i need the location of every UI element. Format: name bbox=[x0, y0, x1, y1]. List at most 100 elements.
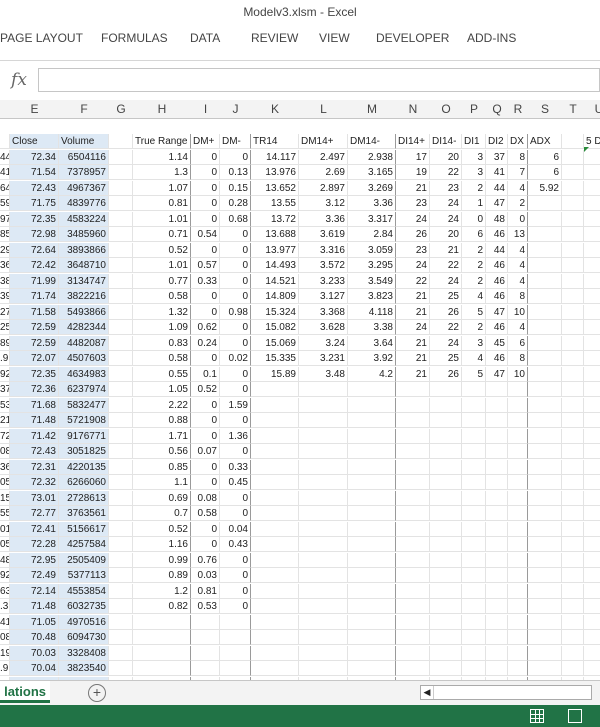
table-cell[interactable] bbox=[584, 460, 600, 475]
table-cell[interactable] bbox=[562, 180, 584, 196]
table-cell[interactable]: 3.619 bbox=[299, 227, 348, 242]
table-cell[interactable]: 6266060 bbox=[59, 475, 109, 490]
table-cell[interactable] bbox=[251, 521, 299, 537]
table-cell[interactable]: 4634983 bbox=[59, 366, 109, 382]
table-cell[interactable]: 0 bbox=[220, 490, 251, 506]
table-cell[interactable]: 20 bbox=[430, 149, 462, 165]
column-label-cell[interactable]: TR14 bbox=[251, 134, 299, 149]
table-cell[interactable] bbox=[528, 227, 562, 242]
table-cell[interactable] bbox=[109, 382, 133, 397]
table-cell[interactable] bbox=[508, 475, 528, 490]
column-header-O[interactable]: O bbox=[430, 100, 463, 119]
table-cell[interactable]: 3051825 bbox=[59, 444, 109, 459]
table-cell[interactable]: 0 bbox=[220, 506, 251, 521]
table-cell[interactable]: 27 bbox=[0, 304, 10, 320]
table-cell[interactable] bbox=[251, 537, 299, 552]
table-cell[interactable] bbox=[299, 645, 348, 661]
table-cell[interactable]: 6032735 bbox=[59, 599, 109, 614]
table-cell[interactable]: 2.22 bbox=[133, 397, 191, 413]
table-cell[interactable] bbox=[584, 615, 600, 630]
table-cell[interactable]: 0 bbox=[462, 211, 486, 227]
table-cell[interactable]: 5493866 bbox=[59, 304, 109, 320]
table-cell[interactable] bbox=[562, 165, 584, 180]
table-cell[interactable]: 08 bbox=[0, 630, 10, 645]
table-cell[interactable] bbox=[486, 661, 508, 676]
table-cell[interactable]: 6504116 bbox=[59, 149, 109, 165]
table-cell[interactable]: 19 bbox=[0, 645, 10, 661]
table-cell[interactable]: 0.07 bbox=[191, 444, 220, 459]
table-cell[interactable] bbox=[462, 382, 486, 397]
table-cell[interactable] bbox=[251, 382, 299, 397]
table-cell[interactable]: 24 bbox=[430, 273, 462, 289]
table-cell[interactable] bbox=[486, 521, 508, 537]
table-cell[interactable] bbox=[430, 428, 462, 444]
table-cell[interactable] bbox=[562, 382, 584, 397]
table-cell[interactable] bbox=[562, 273, 584, 289]
table-cell[interactable]: 3.549 bbox=[348, 273, 396, 289]
table-cell[interactable] bbox=[348, 506, 396, 521]
tab-developer[interactable]: DEVELOPER bbox=[376, 31, 449, 45]
table-cell[interactable]: 36 bbox=[0, 459, 10, 475]
table-cell[interactable]: 0.68 bbox=[220, 211, 251, 227]
table-cell[interactable]: 4282344 bbox=[59, 320, 109, 335]
table-cell[interactable]: 53 bbox=[0, 397, 10, 413]
table-cell[interactable]: 5156617 bbox=[59, 521, 109, 537]
table-cell[interactable]: 4257584 bbox=[59, 537, 109, 552]
table-cell[interactable] bbox=[486, 428, 508, 444]
table-cell[interactable] bbox=[430, 397, 462, 413]
table-cell[interactable]: 26 bbox=[396, 227, 430, 242]
table-cell[interactable]: 2 bbox=[462, 273, 486, 289]
table-cell[interactable]: 2 bbox=[462, 320, 486, 335]
table-cell[interactable] bbox=[348, 599, 396, 614]
table-cell[interactable] bbox=[528, 397, 562, 413]
table-cell[interactable] bbox=[528, 196, 562, 211]
table-cell[interactable] bbox=[348, 444, 396, 459]
table-cell[interactable] bbox=[396, 645, 430, 661]
column-label-cell[interactable]: DI14+ bbox=[396, 134, 430, 149]
table-cell[interactable]: 72.36 bbox=[10, 382, 59, 397]
table-cell[interactable] bbox=[348, 521, 396, 537]
table-cell[interactable] bbox=[299, 614, 348, 630]
table-cell[interactable] bbox=[396, 583, 430, 599]
table-cell[interactable]: 1.14 bbox=[133, 149, 191, 165]
table-cell[interactable]: 21 bbox=[396, 289, 430, 304]
table-cell[interactable] bbox=[562, 552, 584, 568]
table-cell[interactable]: 3.127 bbox=[299, 289, 348, 304]
table-cell[interactable] bbox=[348, 428, 396, 444]
table-cell[interactable]: 59 bbox=[0, 196, 10, 211]
table-cell[interactable]: 7 bbox=[508, 165, 528, 180]
table-cell[interactable]: 13.977 bbox=[251, 242, 299, 258]
table-cell[interactable] bbox=[109, 227, 133, 242]
table-cell[interactable] bbox=[584, 646, 600, 661]
table-cell[interactable]: 46 bbox=[486, 320, 508, 335]
table-cell[interactable] bbox=[528, 475, 562, 490]
table-cell[interactable]: 23 bbox=[430, 180, 462, 196]
table-cell[interactable]: 0 bbox=[191, 165, 220, 180]
table-cell[interactable]: 0.33 bbox=[220, 459, 251, 475]
column-label-cell[interactable]: Close bbox=[10, 134, 59, 149]
table-cell[interactable]: 71.75 bbox=[10, 196, 59, 211]
table-cell[interactable] bbox=[299, 521, 348, 537]
table-cell[interactable] bbox=[396, 599, 430, 614]
table-cell[interactable] bbox=[562, 242, 584, 258]
table-cell[interactable]: 0.54 bbox=[191, 227, 220, 242]
table-cell[interactable]: 72.14 bbox=[10, 583, 59, 599]
table-cell[interactable]: 72.64 bbox=[10, 242, 59, 258]
table-cell[interactable] bbox=[462, 521, 486, 537]
table-cell[interactable]: 13.688 bbox=[251, 227, 299, 242]
table-cell[interactable] bbox=[584, 165, 600, 180]
table-cell[interactable]: 37 bbox=[0, 382, 10, 397]
table-cell[interactable] bbox=[486, 459, 508, 475]
table-cell[interactable] bbox=[109, 599, 133, 614]
table-cell[interactable]: 0 bbox=[220, 289, 251, 304]
table-cell[interactable]: 4 bbox=[462, 351, 486, 366]
table-cell[interactable]: 72 bbox=[0, 428, 10, 444]
table-cell[interactable]: .9 bbox=[0, 351, 10, 366]
table-cell[interactable]: 0.58 bbox=[191, 506, 220, 521]
table-cell[interactable]: 2.84 bbox=[348, 227, 396, 242]
table-cell[interactable]: 48 bbox=[486, 211, 508, 227]
table-cell[interactable]: 3.233 bbox=[299, 273, 348, 289]
table-cell[interactable] bbox=[299, 552, 348, 568]
table-cell[interactable]: 0.33 bbox=[191, 273, 220, 289]
table-cell[interactable]: 3.823 bbox=[348, 289, 396, 304]
